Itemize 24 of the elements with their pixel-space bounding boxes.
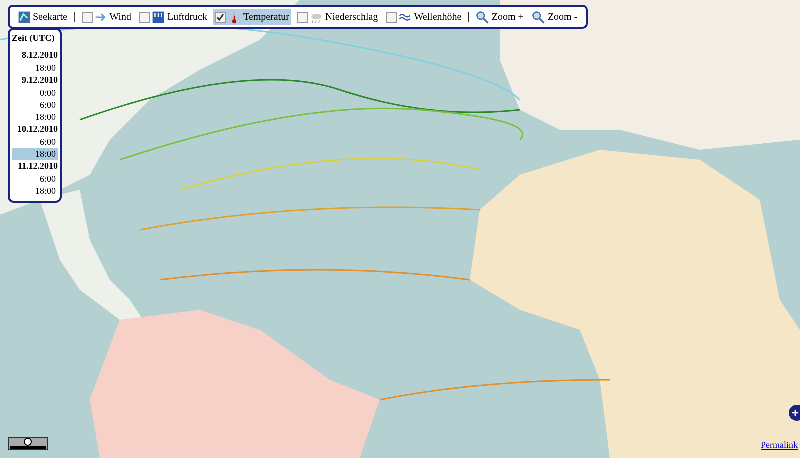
time-option[interactable]: 18:00 bbox=[12, 111, 58, 123]
layer-toggle[interactable]: Temperatur bbox=[213, 9, 292, 25]
layer-toggle[interactable]: Wind bbox=[80, 9, 134, 25]
time-option[interactable]: 6:00 bbox=[12, 136, 58, 148]
time-option[interactable]: 18:00 bbox=[12, 185, 58, 197]
time-option[interactable]: 0:00 bbox=[12, 87, 58, 99]
date-label: 8.12.2010 bbox=[21, 49, 58, 62]
date-label: 11.12.2010 bbox=[16, 160, 58, 173]
separator-text: | bbox=[468, 11, 470, 23]
layer-toggle[interactable]: Niederschlag bbox=[295, 9, 380, 25]
separator-text: | bbox=[73, 11, 76, 23]
date-label: 10.12.2010 bbox=[16, 123, 58, 136]
time-option[interactable]: 18:00 bbox=[12, 148, 58, 160]
time-option[interactable]: 6:00 bbox=[12, 173, 58, 185]
time-option[interactable]: 18:00 bbox=[12, 62, 58, 74]
layer-toggle[interactable]: Wellenhöhe bbox=[384, 9, 464, 25]
chart-layer-button[interactable]: Seekarte bbox=[16, 9, 70, 25]
date-label: 9.12.2010 bbox=[21, 74, 58, 87]
zoom-button[interactable]: Zoom - bbox=[530, 10, 580, 24]
permalink-link[interactable]: Permalink bbox=[761, 440, 798, 450]
time-option[interactable]: 6:00 bbox=[12, 99, 58, 111]
layer-toggle[interactable]: Luftdruck bbox=[137, 9, 210, 25]
zoom-button[interactable]: Zoom + bbox=[474, 10, 526, 24]
panel-title: Zeit (UTC) bbox=[12, 33, 56, 43]
